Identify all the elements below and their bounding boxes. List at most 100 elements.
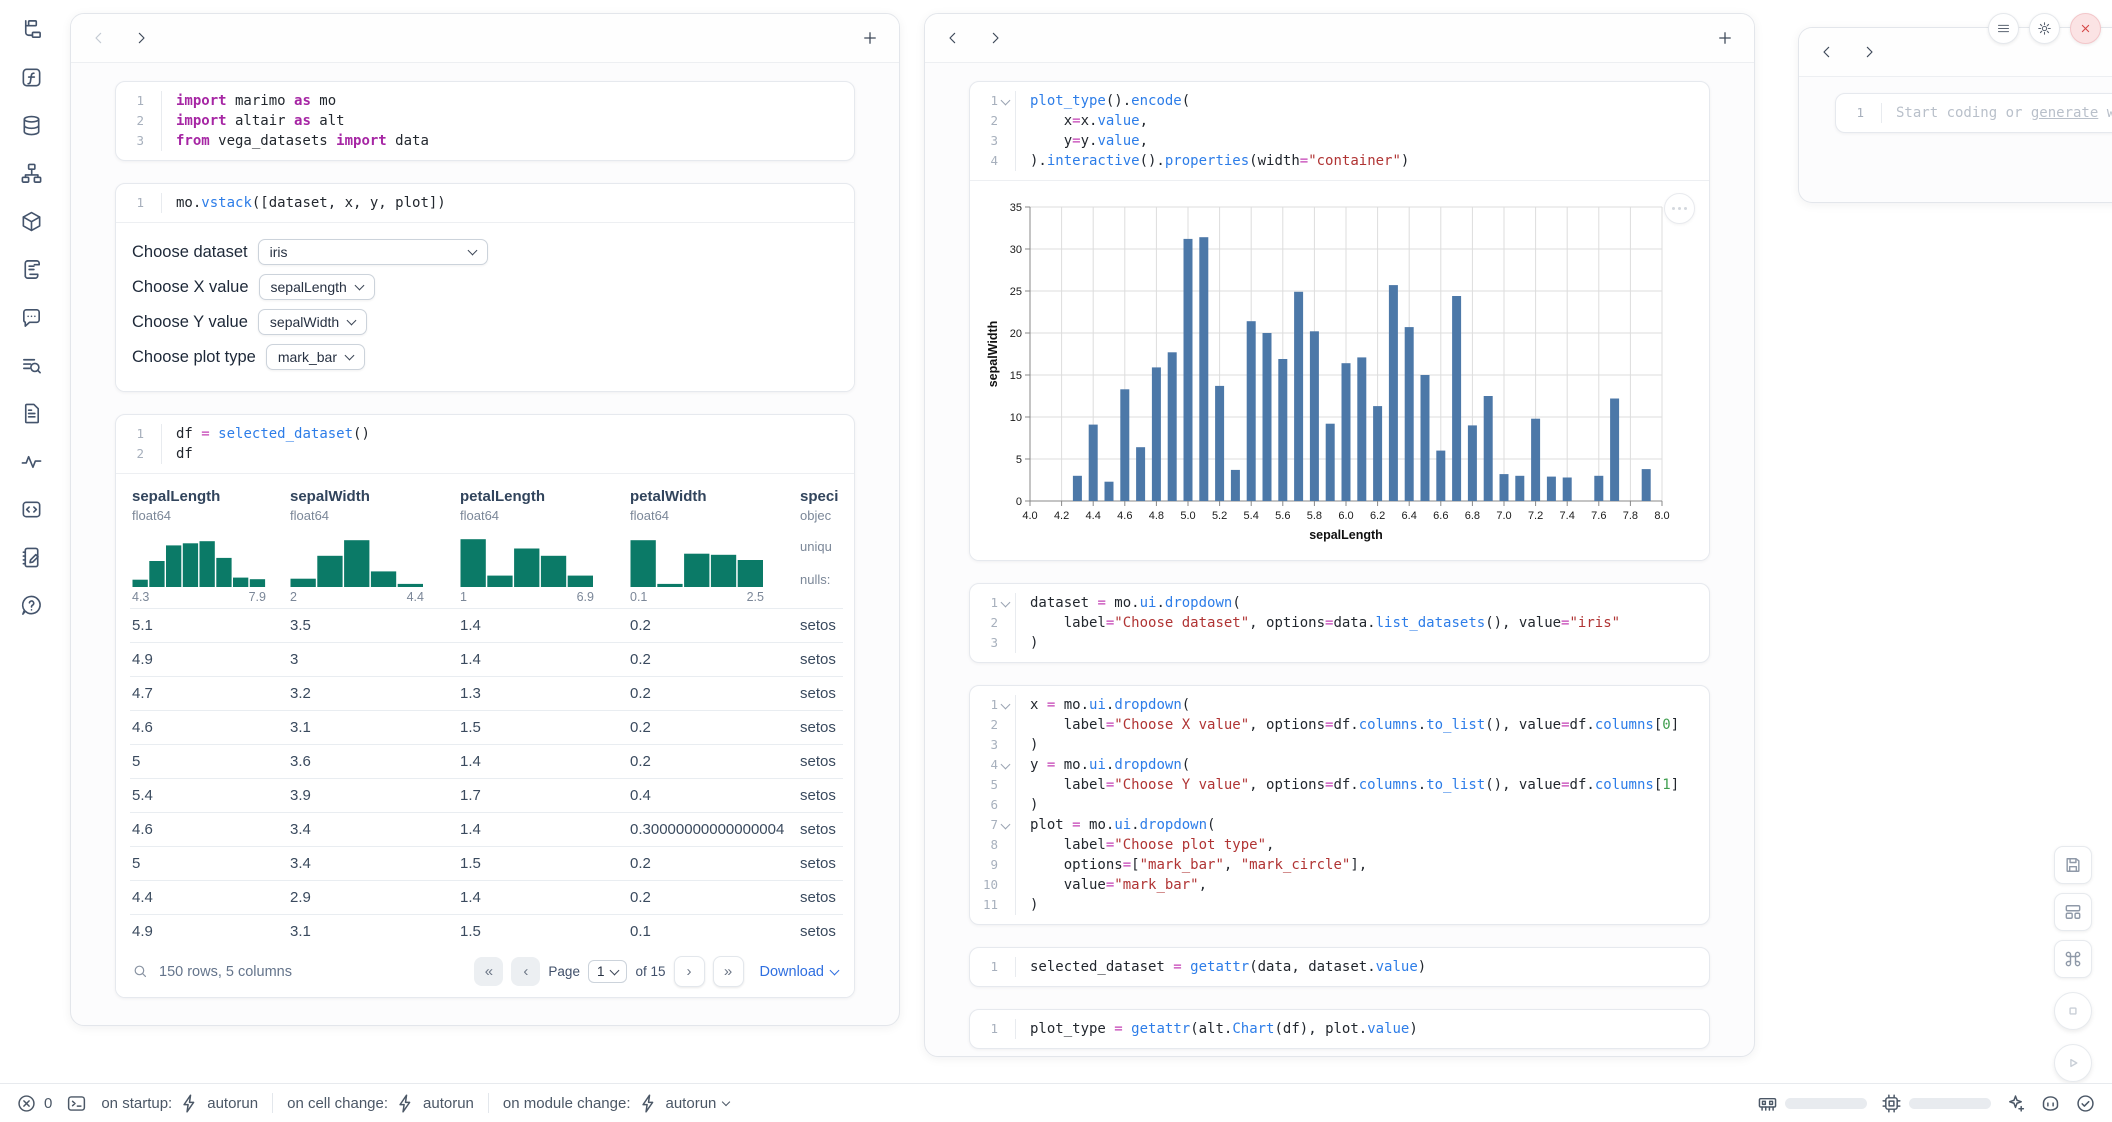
table-row[interactable]: 4.63.11.50.2setos: [130, 710, 843, 744]
functions-icon[interactable]: [20, 66, 43, 89]
table-row[interactable]: 4.63.41.40.30000000000000004setos: [130, 812, 843, 846]
settings-button[interactable]: [2029, 13, 2060, 44]
packages-icon[interactable]: [20, 210, 43, 233]
column-back-icon[interactable]: [91, 30, 107, 46]
close-button[interactable]: [2070, 13, 2101, 44]
run-mode-setting-3[interactable]: on module change:autorun: [503, 1093, 729, 1114]
plot-dropdown[interactable]: mark_bar: [266, 344, 365, 370]
next-page-button[interactable]: ›: [674, 956, 705, 987]
download-button[interactable]: Download: [760, 964, 839, 980]
table-row[interactable]: 4.93.11.50.1setos: [130, 914, 843, 948]
svg-text:10: 10: [1010, 412, 1022, 424]
column-back-icon[interactable]: [1819, 44, 1835, 60]
outputs-icon[interactable]: [20, 498, 43, 521]
form-row: Choose X value sepalLength: [132, 274, 838, 300]
column-header-petalLength[interactable]: petalLengthfloat6416.9: [458, 486, 628, 608]
tracing-icon[interactable]: [20, 450, 43, 473]
dataset-dropdown[interactable]: iris: [258, 239, 488, 265]
prev-page-button[interactable]: ‹: [511, 957, 540, 986]
hamburger-icon: [1996, 21, 2011, 36]
table-row[interactable]: 5.13.51.40.2setos: [130, 608, 843, 642]
bar: [1500, 474, 1509, 501]
chart-more-options-icon[interactable]: [1664, 193, 1695, 224]
column-forward-icon[interactable]: [1861, 44, 1877, 60]
y-dropdown[interactable]: sepalWidth: [258, 309, 367, 335]
fold-toggle-icon[interactable]: [1001, 699, 1011, 709]
file-explorer-icon[interactable]: [20, 18, 43, 41]
table-row[interactable]: 53.61.40.2setos: [130, 744, 843, 778]
run-button[interactable]: [2054, 1044, 2092, 1082]
save-button[interactable]: [2054, 846, 2092, 884]
svg-text:30: 30: [1010, 244, 1022, 256]
column-header-speci[interactable]: speciobjecuniqunulls:: [798, 486, 843, 608]
datasources-icon[interactable]: [20, 114, 43, 137]
scratchpad-icon[interactable]: [20, 546, 43, 569]
column-histogram: [132, 535, 266, 587]
code-editor[interactable]: 1import marimo as mo2import altair as al…: [116, 82, 854, 160]
column-back-icon[interactable]: [945, 30, 961, 46]
x-dropdown[interactable]: sepalLength: [259, 274, 375, 300]
layout-button[interactable]: [2054, 893, 2092, 931]
fold-toggle-icon[interactable]: [1001, 597, 1011, 607]
table-row[interactable]: 4.73.21.30.2setos: [130, 676, 843, 710]
chat-icon[interactable]: [20, 306, 43, 329]
bar: [1184, 239, 1193, 501]
first-page-button[interactable]: «: [474, 957, 503, 986]
notebook-column-middle: 1plot_type().encode(2 x=x.value,3 y=y.va…: [924, 13, 1755, 1057]
cpu-usage[interactable]: [1881, 1093, 1991, 1114]
fold-toggle-icon[interactable]: [1001, 95, 1011, 105]
table-row[interactable]: 4.931.40.2setos: [130, 642, 843, 676]
table-row[interactable]: 53.41.50.2setos: [130, 846, 843, 880]
svg-text:5.6: 5.6: [1275, 510, 1290, 522]
add-cell-icon[interactable]: [1716, 29, 1734, 47]
x-dropdown-label: Choose X value: [132, 278, 249, 297]
last-page-button[interactable]: »: [713, 956, 744, 987]
dependency-graph-icon[interactable]: [20, 162, 43, 185]
command-icon: [2063, 949, 2083, 969]
connection-status-button[interactable]: [2075, 1093, 2096, 1114]
code-line: 5 label="Choose Y value", options=df.col…: [970, 775, 1709, 795]
memory-usage[interactable]: [1757, 1093, 1867, 1114]
ai-assist-button[interactable]: [2005, 1093, 2026, 1114]
menu-button[interactable]: [1988, 13, 2019, 44]
svg-text:6.8: 6.8: [1465, 510, 1480, 522]
keyboard-shortcuts-button[interactable]: [2054, 940, 2092, 978]
code-editor[interactable]: 1selected_dataset = getattr(data, datase…: [970, 948, 1709, 986]
copilot-button[interactable]: [2040, 1093, 2061, 1114]
bolt-icon: [638, 1093, 659, 1114]
terminal-button[interactable]: [66, 1093, 87, 1114]
help-icon[interactable]: [20, 594, 43, 617]
search-icon[interactable]: [132, 963, 149, 980]
svg-text:7.6: 7.6: [1591, 510, 1606, 522]
code-editor[interactable]: 1dataset = mo.ui.dropdown(2 label="Choos…: [970, 584, 1709, 662]
fold-toggle-icon[interactable]: [1001, 759, 1011, 769]
column-header-petalWidth[interactable]: petalWidthfloat640.12.5: [628, 486, 798, 608]
code-editor[interactable]: 1 Start coding or generate with: [1836, 94, 2112, 132]
run-mode-setting-2[interactable]: on cell change:autorun: [287, 1093, 474, 1114]
table-row[interactable]: 4.42.91.40.2setos: [130, 880, 843, 914]
table-row[interactable]: 5.43.91.70.4setos: [130, 778, 843, 812]
bar: [1436, 451, 1445, 501]
column-header-sepalWidth[interactable]: sepalWidthfloat6424.4: [288, 486, 458, 608]
run-mode-setting-1[interactable]: on startup:autorun: [101, 1093, 258, 1114]
code-editor[interactable]: 1mo.vstack([dataset, x, y, plot]): [116, 184, 854, 222]
column-forward-icon[interactable]: [987, 30, 1003, 46]
column-header-sepalLength[interactable]: sepalLengthfloat644.37.9: [130, 486, 288, 608]
snippets-icon[interactable]: [20, 402, 43, 425]
code-editor[interactable]: 1plot_type = getattr(alt.Chart(df), plot…: [970, 1010, 1709, 1048]
stop-button[interactable]: [2054, 992, 2092, 1030]
code-editor[interactable]: 1df = selected_dataset()2df: [116, 415, 854, 473]
bolt-icon: [395, 1093, 416, 1114]
altair-bar-chart[interactable]: 4.04.24.44.64.85.05.25.45.65.86.06.26.46…: [984, 195, 1701, 552]
code-cell-imports: 1import marimo as mo2import altair as al…: [115, 81, 855, 161]
error-count-button[interactable]: 0: [16, 1093, 52, 1114]
column-forward-icon[interactable]: [133, 30, 149, 46]
documentation-icon[interactable]: [20, 354, 43, 377]
code-editor[interactable]: 1plot_type().encode(2 x=x.value,3 y=y.va…: [970, 82, 1709, 180]
logs-icon[interactable]: [20, 258, 43, 281]
svg-text:4.4: 4.4: [1086, 510, 1101, 522]
page-select[interactable]: 1: [588, 960, 628, 983]
fold-toggle-icon[interactable]: [1001, 819, 1011, 829]
code-editor[interactable]: 1x = mo.ui.dropdown(2 label="Choose X va…: [970, 686, 1709, 924]
add-cell-icon[interactable]: [861, 29, 879, 47]
